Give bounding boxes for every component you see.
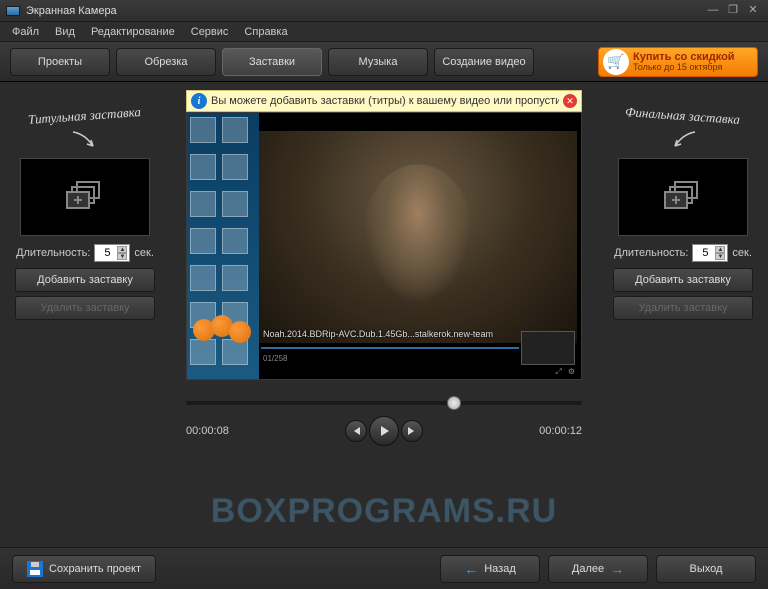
delete-outro-button[interactable]: Удалить заставку (613, 296, 753, 320)
exit-label: Выход (690, 563, 723, 575)
back-button[interactable]: ← Назад (440, 555, 540, 583)
delete-intro-button[interactable]: Удалить заставку (15, 296, 155, 320)
tab-projects[interactable]: Проекты (10, 48, 110, 76)
next-button[interactable] (401, 420, 423, 442)
window-title: Экранная Камера (26, 5, 702, 17)
intro-duration-spinner[interactable]: 5 ▲▼ (94, 244, 130, 262)
maximize-button[interactable]: ❐ (724, 4, 742, 18)
info-bar: i Вы можете добавить заставки (титры) к … (186, 90, 582, 112)
intro-label: Титульная заставка (28, 104, 142, 128)
save-label: Сохранить проект (49, 563, 141, 575)
video-filename: Noah.2014.BDRip-AVC.Dub.1.45Gb...stalker… (263, 329, 493, 339)
intro-thumbnail[interactable] (20, 158, 150, 236)
tab-create[interactable]: Создание видео (434, 48, 534, 76)
info-icon: i (191, 93, 207, 109)
mini-preview (521, 331, 575, 365)
arrow-icon (663, 128, 703, 158)
outro-thumbnail[interactable] (618, 158, 748, 236)
next-button-footer[interactable]: Далее → (548, 555, 648, 583)
save-project-button[interactable]: Сохранить проект (12, 555, 156, 583)
outro-panel: Финальная заставка Длительность: 5 ▲▼ се… (608, 90, 758, 539)
tab-music[interactable]: Музыка (328, 48, 428, 76)
arrow-icon (65, 128, 105, 158)
outro-duration-value: 5 (695, 247, 715, 259)
inner-time: 01/258 (263, 354, 287, 363)
save-icon (27, 561, 43, 577)
spin-up-icon[interactable]: ▲ (715, 246, 725, 253)
spin-up-icon[interactable]: ▲ (117, 246, 127, 253)
tab-trim[interactable]: Обрезка (116, 48, 216, 76)
prev-button[interactable] (345, 420, 367, 442)
footer: Сохранить проект ← Назад Далее → Выход (0, 547, 768, 589)
time-total: 00:00:12 (539, 425, 582, 437)
add-slides-icon (663, 180, 703, 214)
outro-duration-spinner[interactable]: 5 ▲▼ (692, 244, 728, 262)
menu-edit[interactable]: Редактирование (83, 24, 183, 40)
intro-panel: Титульная заставка Длительность: 5 ▲▼ се… (10, 90, 160, 539)
play-button[interactable] (369, 416, 399, 446)
cart-icon: 🛒 (603, 49, 629, 75)
intro-duration-row: Длительность: 5 ▲▼ сек. (16, 244, 154, 262)
menu-file[interactable]: Файл (4, 24, 47, 40)
arrow-right-icon: → (610, 561, 624, 577)
slider-handle[interactable] (447, 396, 461, 410)
movie-frame (259, 131, 577, 343)
close-button[interactable]: ✕ (744, 4, 762, 18)
video-preview: Noah.2014.BDRip-AVC.Dub.1.45Gb...stalker… (186, 112, 582, 380)
intro-duration-label: Длительность: (16, 247, 90, 259)
workspace: Титульная заставка Длительность: 5 ▲▼ се… (0, 82, 768, 547)
inner-controls: ⤢⚙ (555, 367, 575, 377)
outro-duration-row: Длительность: 5 ▲▼ сек. (614, 244, 752, 262)
intro-duration-value: 5 (97, 247, 117, 259)
menu-help[interactable]: Справка (236, 24, 295, 40)
outro-label: Финальная заставка (625, 104, 741, 128)
add-slides-icon (65, 180, 105, 214)
info-close-button[interactable]: ✕ (563, 94, 577, 108)
spin-down-icon[interactable]: ▼ (715, 253, 725, 260)
tab-row: Проекты Обрезка Заставки Музыка Создание… (0, 42, 768, 82)
minimize-button[interactable]: — (704, 4, 722, 18)
app-icon (6, 6, 20, 16)
promo-line2: Только до 15 октября (633, 63, 735, 73)
outro-duration-label: Длительность: (614, 247, 688, 259)
spin-down-icon[interactable]: ▼ (117, 253, 127, 260)
exit-button[interactable]: Выход (656, 555, 756, 583)
menu-view[interactable]: Вид (47, 24, 83, 40)
info-text: Вы можете добавить заставки (титры) к ва… (211, 95, 559, 107)
menubar: Файл Вид Редактирование Сервис Справка (0, 22, 768, 42)
center-panel: i Вы можете добавить заставки (титры) к … (168, 90, 600, 539)
add-outro-button[interactable]: Добавить заставку (613, 268, 753, 292)
intro-duration-unit: сек. (134, 247, 154, 259)
add-intro-button[interactable]: Добавить заставку (15, 268, 155, 292)
tab-intros[interactable]: Заставки (222, 48, 322, 76)
time-position: 00:00:08 (186, 425, 229, 437)
back-label: Назад (484, 563, 516, 575)
promo-button[interactable]: 🛒 Купить со скидкой Только до 15 октября (598, 47, 758, 77)
inner-progress (261, 347, 519, 349)
menu-service[interactable]: Сервис (183, 24, 237, 40)
time-row: 00:00:08 00:00:12 (186, 416, 582, 446)
outro-duration-unit: сек. (732, 247, 752, 259)
titlebar: Экранная Камера — ❐ ✕ (0, 0, 768, 22)
arrow-left-icon: ← (464, 561, 478, 577)
timeline-slider[interactable] (186, 394, 582, 412)
promo-line1: Купить со скидкой (633, 51, 735, 63)
next-label: Далее (572, 563, 604, 575)
